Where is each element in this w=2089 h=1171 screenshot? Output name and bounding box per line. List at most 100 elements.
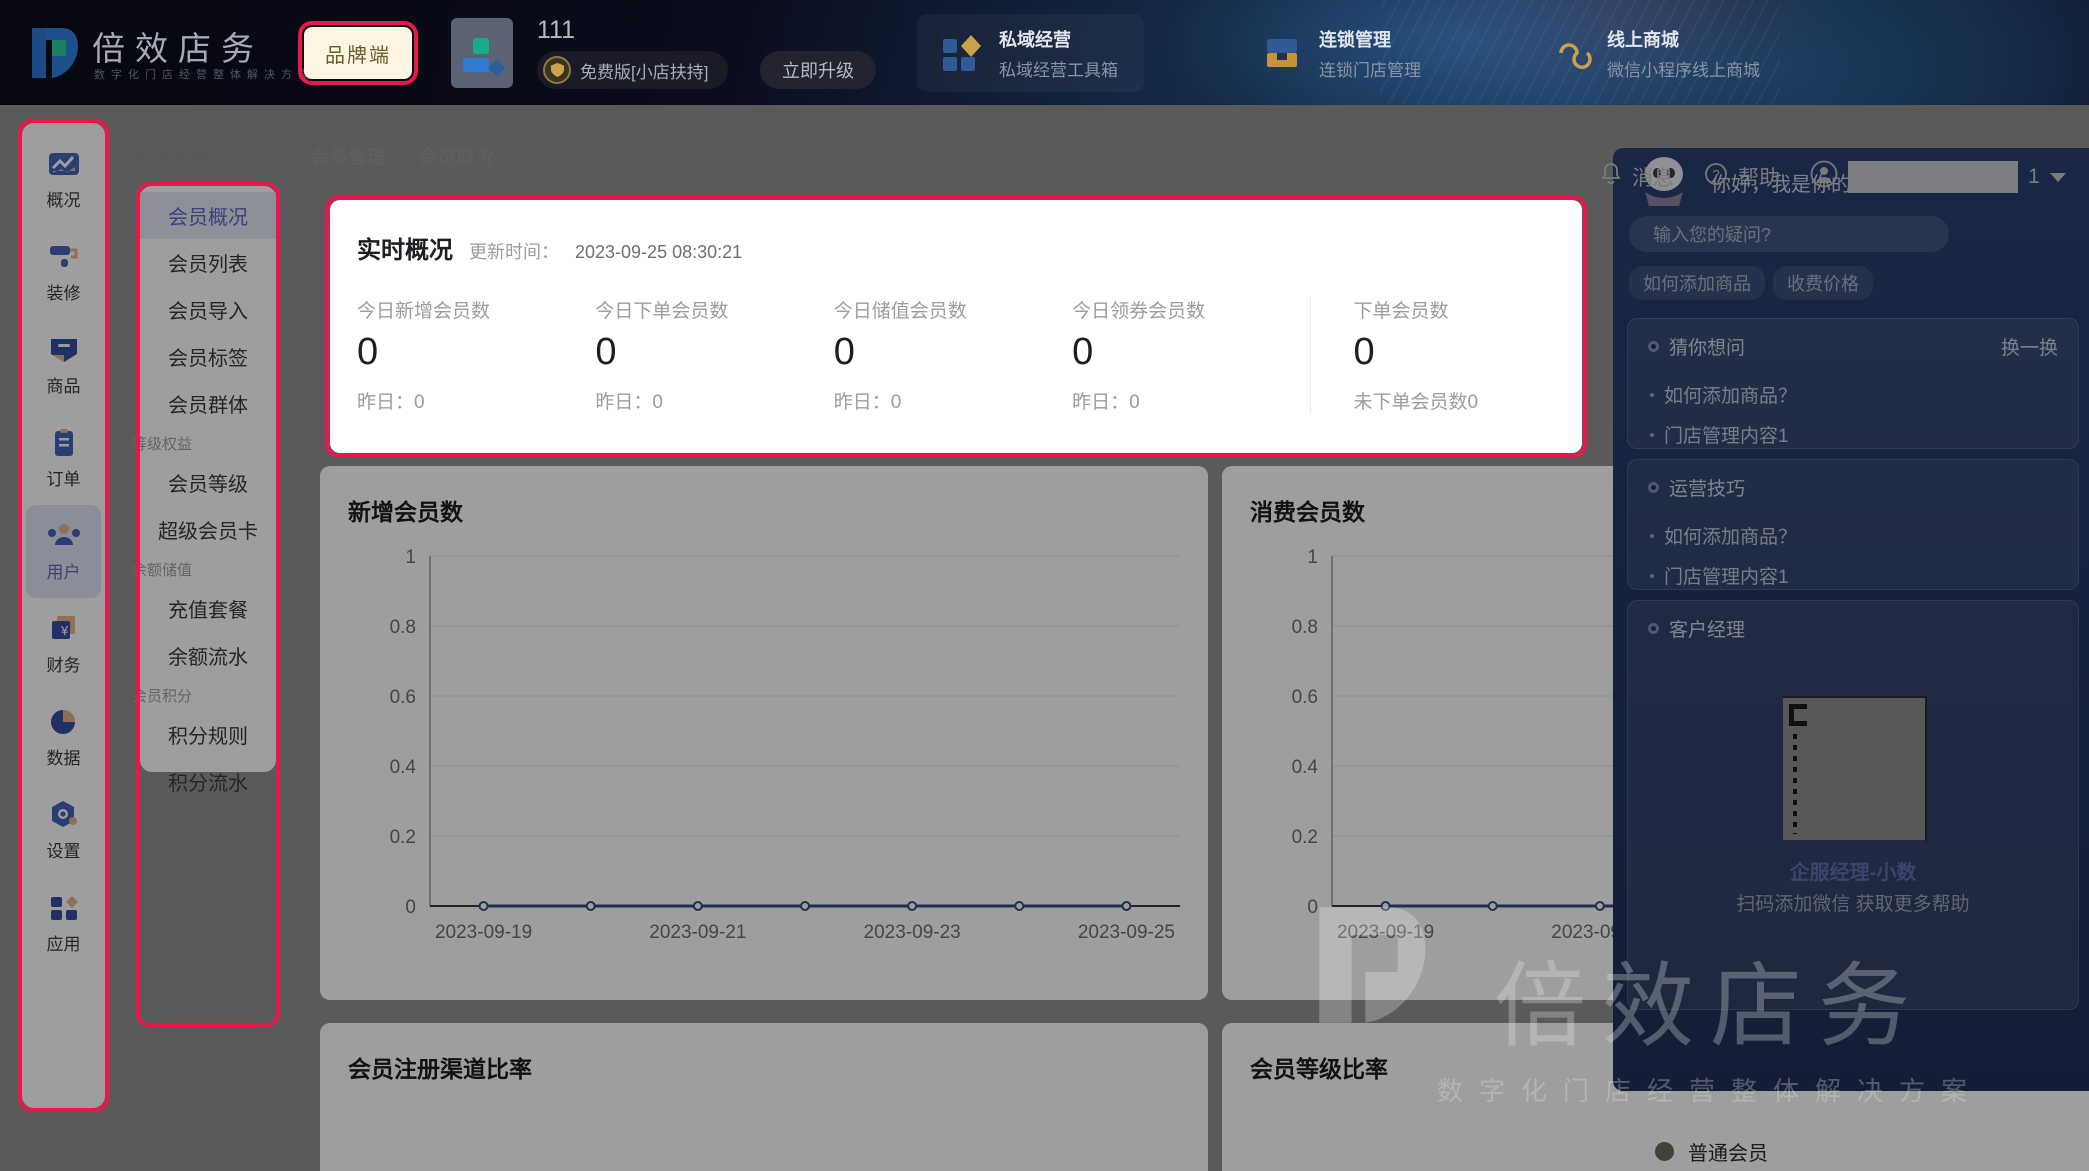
nav-item-label: 积分流水 <box>168 767 248 796</box>
feature-desc: 私域经营工具箱 <box>999 56 1118 81</box>
realtime-title: 实时概况 <box>357 230 453 265</box>
sidebar-item-apps[interactable]: 应用 <box>26 877 101 970</box>
chart-plot-new-members: 00.20.40.60.812023-09-192023-09-212023-0… <box>320 538 1208 958</box>
sidebar-item-data[interactable]: 数据 <box>26 691 101 784</box>
nav-item-member-overview[interactable]: 会员概况 <box>140 192 276 239</box>
feature-title: 连锁管理 <box>1319 26 1421 52</box>
sidebar-item-users[interactable]: 用户 <box>26 505 101 598</box>
store-preview-thumbnail[interactable] <box>451 18 513 88</box>
pie-data-icon <box>47 707 81 737</box>
stat-total-ordering-members: 下单会员数 0 未下单会员数0 <box>1310 296 1562 414</box>
bullet-dot-icon <box>1650 393 1654 397</box>
stat-value: 0 <box>595 333 833 373</box>
stat-sub-value: 0 <box>652 392 663 413</box>
stat-new-members-today: 今日新增会员数 0 昨日：0 <box>357 296 595 414</box>
realtime-overview-card: 实时概况 更新时间： 2023-09-25 08:30:21 今日新增会员数 0… <box>330 200 1582 453</box>
sidebar-item-finance[interactable]: ¥ 财务 <box>26 598 101 691</box>
chevron-down-icon[interactable] <box>2050 173 2066 182</box>
help-button[interactable]: ? 帮助 <box>1704 162 1780 192</box>
stat-sub-value: 0 <box>891 392 902 413</box>
svg-text:1: 1 <box>1307 547 1318 568</box>
stat-sub: 未下单会员数0 <box>1353 387 1562 414</box>
app-logo-subtitle: 数字化门店经营整体解决方案 <box>94 66 315 82</box>
brand-side-label[interactable]: 品牌端 <box>304 27 412 79</box>
upgrade-button[interactable]: 立即升级 <box>760 51 876 89</box>
nav-item-balance-records[interactable]: 余额流水 <box>140 632 276 679</box>
nav-item-member-levels[interactable]: 会员等级 <box>140 459 276 506</box>
merchant-assistant-panel: 你好，我是你的商家助手! 输入您的疑问? 如何添加商品 收费价格 猜你想问 换一… <box>1613 148 2089 1091</box>
nav-item-recharge-packages[interactable]: 充值套餐 <box>140 585 276 632</box>
panel-swap-button[interactable]: 换一换 <box>2001 333 2058 360</box>
sidebar-item-label: 订单 <box>47 465 81 490</box>
app-logo-text: 倍效店务 <box>92 22 264 70</box>
sidebar-item-label: 概况 <box>47 186 81 211</box>
assistant-chip-1[interactable]: 收费价格 <box>1773 266 1873 300</box>
sidebar-item-decoration[interactable]: 装修 <box>26 226 101 319</box>
sidebar-item-goods[interactable]: 商品 <box>26 319 101 412</box>
svg-text:0.8: 0.8 <box>1292 617 1318 638</box>
stat-ordering-members-today: 今日下单会员数 0 昨日：0 <box>595 296 833 414</box>
account-manager-hint: 扫码添加微信 获取更多帮助 <box>1628 889 2078 916</box>
stat-value: 0 <box>1353 333 1562 373</box>
realtime-stats-row: 今日新增会员数 0 昨日：0 今日下单会员数 0 昨日：0 今日储值会员数 0 … <box>357 296 1562 414</box>
thumb-shape-c <box>489 60 506 77</box>
nav-section-title: 会员管理 <box>133 142 209 169</box>
assistant-input-placeholder: 输入您的疑问? <box>1653 221 1771 247</box>
nav-group-balance-storage: 余额储值 <box>140 553 276 585</box>
sidebar-item-settings[interactable]: 设置 <box>26 784 101 877</box>
header-feature-private-domain[interactable]: 私域经营 私域经营工具箱 <box>917 14 1144 92</box>
account-menu[interactable]: 1 <box>1810 160 2066 194</box>
sidebar-item-label: 用户 <box>47 558 81 583</box>
account-name-redacted <box>1848 161 2018 193</box>
assistant-input[interactable]: 输入您的疑问? <box>1629 216 1949 252</box>
svg-text:0.4: 0.4 <box>390 757 417 778</box>
messages-button[interactable]: 消息 <box>1600 162 1674 192</box>
nav-item-points-rules[interactable]: 积分规则 <box>140 711 276 758</box>
svg-text:0.2: 0.2 <box>1292 827 1318 848</box>
account-manager-name: 企服经理-小数 <box>1628 856 2078 885</box>
sidebar-item-label: 数据 <box>47 744 81 769</box>
breadcrumb-item-0[interactable]: 会员管理 <box>310 142 386 169</box>
panel-list-item[interactable]: 门店管理内容1 <box>1650 421 1789 448</box>
nav-item-member-list[interactable]: 会员列表 <box>140 239 276 286</box>
nav-item-member-groups[interactable]: 会员群体 <box>140 380 276 427</box>
nav-item-member-tags[interactable]: 会员标签 <box>140 333 276 380</box>
plan-badge[interactable]: 免费版[小店扶持] <box>537 51 728 89</box>
sidebar-item-label: 装修 <box>47 279 81 304</box>
secondary-nav: 会员概况 会员列表 会员导入 会员标签 会员群体 等级权益 会员等级 超级会员卡… <box>140 186 276 772</box>
assistant-chip-0[interactable]: 如何添加商品 <box>1629 266 1765 300</box>
panel-list-item[interactable]: 如何添加商品？ <box>1650 522 1797 549</box>
brand-side-switcher[interactable]: 品牌端 <box>304 27 412 79</box>
assistant-panel-tips: 运营技巧 如何添加商品？ 门店管理内容1 <box>1627 459 2079 590</box>
svg-text:2023-09-23: 2023-09-23 <box>864 922 961 943</box>
stat-label: 今日新增会员数 <box>357 296 595 323</box>
thumb-shape-b <box>463 58 489 72</box>
panel-list-item[interactable]: 门店管理内容1 <box>1650 562 1789 589</box>
sidebar-item-orders[interactable]: 订单 <box>26 412 101 505</box>
stat-sub-label: 昨日： <box>834 392 891 413</box>
nav-item-points-records[interactable]: 积分流水 <box>140 758 276 805</box>
panel-list-item[interactable]: 如何添加商品？ <box>1650 381 1797 408</box>
header-feature-chain-mgmt[interactable]: 连锁管理 连锁门店管理 <box>1237 14 1447 92</box>
svg-text:0.4: 0.4 <box>1292 757 1319 778</box>
panel-title: 运营技巧 <box>1669 474 1745 501</box>
panel-title: 猜你想问 <box>1669 333 1745 360</box>
bullet-dot-icon <box>1650 433 1654 437</box>
stat-sub-label: 未下单会员数 <box>1353 392 1467 413</box>
nav-item-label: 会员导入 <box>168 295 248 324</box>
paint-roller-icon <box>47 242 81 272</box>
stat-value: 0 <box>357 333 595 373</box>
stat-sub-value: 0 <box>1467 392 1478 413</box>
header-feature-online-mall[interactable]: 线上商城 微信小程序线上商城 <box>1525 14 1786 92</box>
nav-item-label: 超级会员卡 <box>158 515 258 544</box>
nav-item-super-card[interactable]: 超级会员卡 <box>140 506 276 553</box>
shield-icon <box>543 56 571 84</box>
watermark-logo-icon <box>1310 900 1430 1030</box>
bullet-ring-icon <box>1648 341 1659 352</box>
chart-card-new-members: 新增会员数 00.20.40.60.812023-09-192023-09-21… <box>320 466 1208 1000</box>
stat-label: 今日下单会员数 <box>595 296 833 323</box>
help-label: 帮助 <box>1738 162 1780 192</box>
nav-item-label: 余额流水 <box>168 641 248 670</box>
nav-item-member-import[interactable]: 会员导入 <box>140 286 276 333</box>
sidebar-item-overview[interactable]: 概况 <box>26 133 101 226</box>
